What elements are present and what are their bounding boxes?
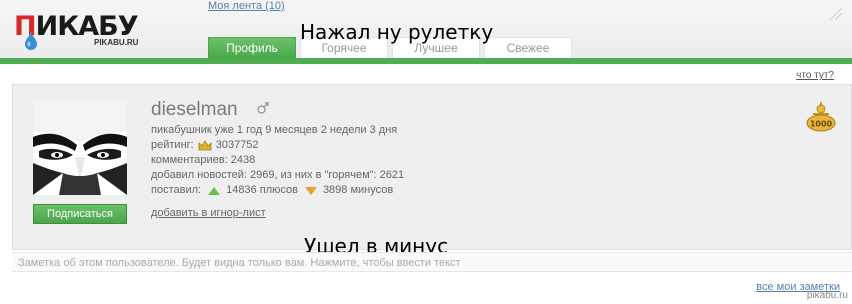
pluses-count: 14836 плюсов [226, 184, 298, 196]
profile-info: пикабушник уже 1 год 9 месяцев 2 недели … [151, 123, 404, 198]
watermark: pikabu.ru [806, 290, 848, 301]
minus-arrow-icon [304, 186, 317, 195]
rating-row: рейтинг: 3037752 [151, 138, 404, 153]
logo-domain: PIKABU.RU [94, 38, 139, 47]
profile-card: Подписаться dieselman пикабушник уже 1 г… [12, 84, 852, 250]
comments-count: комментариев: 2438 [151, 154, 256, 166]
caption-top: Нажал ну рулетку [300, 20, 494, 44]
member-since: пикабушник уже 1 год 9 месяцев 2 недели … [151, 124, 398, 136]
site-logo[interactable]: ПИКАБУ PIKABU.RU [8, 8, 139, 50]
medal-value: 1000 [810, 120, 833, 129]
tab-fresh[interactable]: Свежее [484, 37, 572, 58]
news-count: добавил новостей: 2969, из них в "горяче… [151, 169, 405, 181]
username: dieselman [151, 99, 238, 120]
votes-label: поставил: [151, 184, 202, 196]
tab-profile[interactable]: Профиль [208, 37, 296, 58]
my-feed-link[interactable]: Моя лента (10) [208, 0, 285, 12]
water-drop-icon [25, 32, 37, 50]
plus-arrow-icon [208, 186, 221, 195]
green-divider [0, 58, 852, 64]
subscribe-button[interactable]: Подписаться [33, 204, 127, 224]
corner-icon[interactable] [828, 6, 844, 22]
male-gender-icon [257, 102, 269, 114]
minuses-count: 3898 минусов [322, 184, 394, 196]
what-is-here-link[interactable]: что тут? [796, 70, 834, 81]
user-note-field[interactable]: Заметка об этом пользователе. Будет видн… [12, 252, 852, 272]
rating-label: рейтинг: [151, 139, 194, 151]
avatar-image [33, 101, 127, 195]
crown-icon [198, 140, 212, 151]
votes-row: поставил: 14836 плюсов 3898 минусов [151, 183, 404, 198]
rating-value: 3037752 [215, 139, 259, 151]
avatar [33, 101, 127, 195]
add-to-ignore-link[interactable]: добавить в игнор-лист [151, 207, 266, 219]
medal-1000-icon: 1000 [806, 101, 836, 132]
